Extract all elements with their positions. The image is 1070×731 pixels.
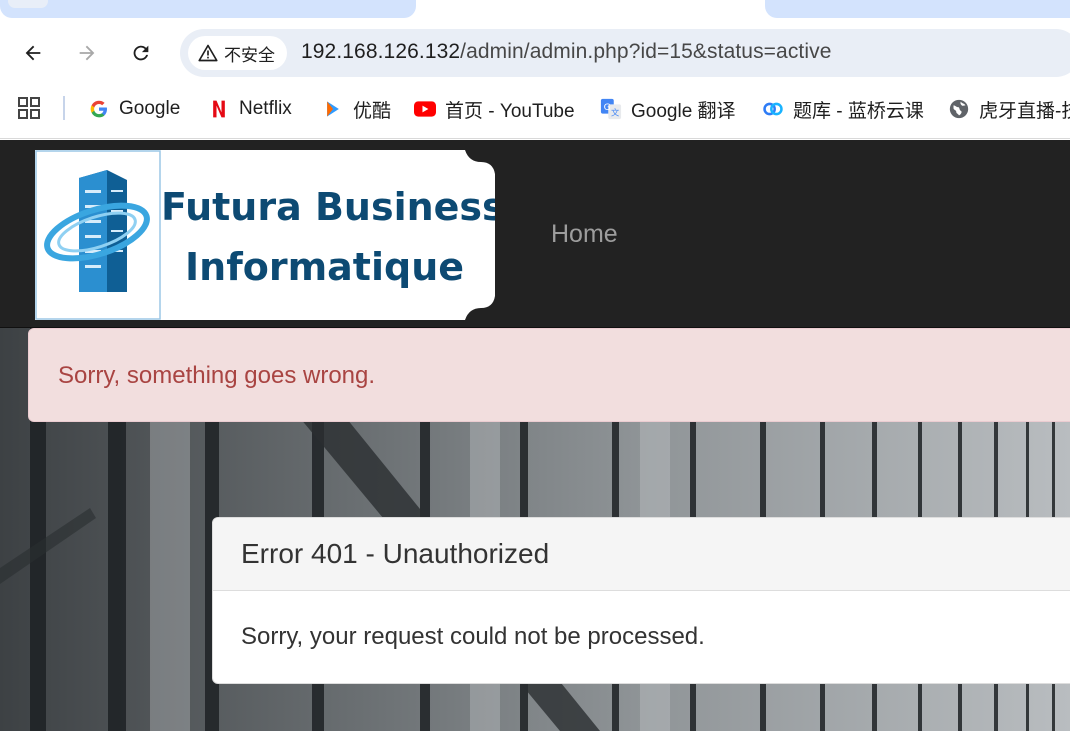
url-text[interactable]: 192.168.126.132/admin/admin.php?id=15&st… bbox=[301, 40, 832, 64]
bookmark-youtube[interactable]: 首页 - YouTube bbox=[414, 95, 575, 123]
google-icon bbox=[88, 98, 110, 120]
tab-strip bbox=[0, 0, 1070, 27]
address-bar[interactable]: 不安全 192.168.126.132/admin/admin.php?id=1… bbox=[180, 29, 1070, 77]
youtube-icon bbox=[414, 98, 436, 120]
url-host: 192.168.126.132 bbox=[301, 40, 461, 63]
company-logo[interactable]: Futura Business Informatique bbox=[35, 150, 495, 320]
bookmark-label: 题库 - 蓝桥云课 bbox=[793, 100, 924, 122]
logo-line2: Informatique bbox=[185, 245, 464, 289]
bookmark-youku[interactable]: 优酷 bbox=[322, 95, 391, 123]
bookmark-label: 首页 - YouTube bbox=[445, 100, 575, 122]
bookmark-label: Netflix bbox=[239, 98, 292, 119]
apps-grid-icon[interactable] bbox=[18, 97, 40, 119]
bookmark-label: 优酷 bbox=[353, 100, 392, 122]
bookmark-lanqiao[interactable]: 题库 - 蓝桥云课 bbox=[762, 95, 924, 123]
site-navbar: Futura Business Informatique Home bbox=[0, 140, 1070, 328]
security-indicator[interactable]: 不安全 bbox=[188, 36, 287, 70]
bookmark-google[interactable]: Google bbox=[88, 95, 180, 123]
svg-text:文: 文 bbox=[611, 107, 619, 117]
panel-body-text: Sorry, your request could not be process… bbox=[241, 623, 705, 650]
bookmarks-separator bbox=[63, 96, 65, 120]
bookmark-huya[interactable]: 虎牙直播-技 bbox=[948, 95, 1070, 123]
bookmark-netflix[interactable]: Netflix bbox=[208, 95, 292, 123]
svg-text:G: G bbox=[604, 102, 611, 113]
reload-button[interactable] bbox=[124, 36, 158, 70]
error-alert: Sorry, something goes wrong. bbox=[28, 328, 1070, 422]
browser-toolbar: 不安全 192.168.126.132/admin/admin.php?id=1… bbox=[0, 27, 1070, 79]
panel-heading: Error 401 - Unauthorized bbox=[213, 518, 1070, 591]
bookmark-label: Google 翻译 bbox=[631, 100, 736, 122]
warning-triangle-icon bbox=[198, 44, 218, 62]
forward-arrow-icon bbox=[79, 45, 95, 61]
bookmark-google-translate[interactable]: G文 Google 翻译 bbox=[600, 95, 736, 123]
bookmark-label: 虎牙直播-技 bbox=[979, 100, 1070, 122]
reload-icon bbox=[133, 45, 149, 61]
netflix-icon bbox=[208, 98, 230, 120]
security-label: 不安全 bbox=[224, 45, 275, 65]
youku-icon bbox=[322, 98, 344, 120]
bookmark-label: Google bbox=[119, 98, 181, 119]
alert-message: Sorry, something goes wrong. bbox=[58, 362, 376, 389]
logo-line1: Futura Business bbox=[161, 185, 495, 229]
back-arrow-icon bbox=[25, 45, 41, 61]
tab-ghost bbox=[8, 0, 48, 8]
tab-inactive-right[interactable] bbox=[765, 0, 1070, 18]
tab-inactive-left[interactable] bbox=[0, 0, 416, 18]
web-page: Futura Business Informatique Home Sorry,… bbox=[0, 140, 1070, 731]
panel-title: Error 401 - Unauthorized bbox=[241, 538, 550, 569]
error-panel: Error 401 - Unauthorized Sorry, your req… bbox=[212, 517, 1070, 684]
lanqiao-icon bbox=[762, 98, 784, 120]
bookmarks-bar: Google Netflix 优酷 首页 - YouTube G文 Google… bbox=[0, 79, 1070, 139]
url-path: /admin/admin.php?id=15&status=active bbox=[460, 40, 832, 63]
forward-button[interactable] bbox=[70, 36, 104, 70]
google-translate-icon: G文 bbox=[600, 98, 622, 120]
nav-home-link[interactable]: Home bbox=[551, 220, 618, 249]
globe-icon bbox=[948, 98, 970, 120]
back-button[interactable] bbox=[16, 36, 50, 70]
